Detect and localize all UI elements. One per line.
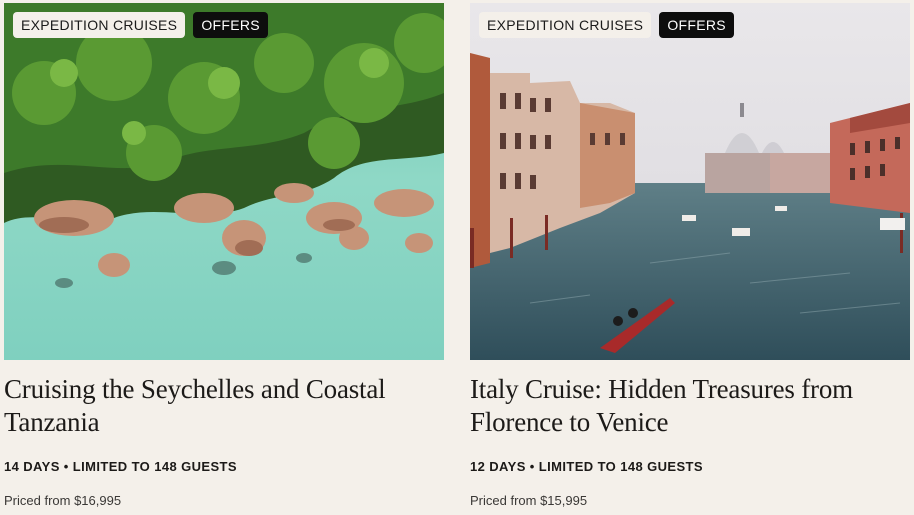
- tag-expedition-cruises[interactable]: EXPEDITION CRUISES: [479, 12, 652, 38]
- tag-expedition-cruises[interactable]: EXPEDITION CRUISES: [13, 12, 186, 38]
- cruise-card-italy[interactable]: EXPEDITION CRUISES OFFERS Italy Cruise: …: [470, 0, 910, 515]
- cruise-price: Priced from $16,995: [4, 493, 122, 508]
- card-tags: EXPEDITION CRUISES OFFERS: [479, 12, 734, 38]
- cruise-duration-capacity: 12 DAYS • LIMITED TO 148 GUESTS: [470, 459, 703, 474]
- cruise-title[interactable]: Cruising the Seychelles and Coastal Tanz…: [4, 373, 439, 439]
- cruise-price: Priced from $15,995: [470, 493, 588, 508]
- tag-offers[interactable]: OFFERS: [193, 12, 268, 38]
- cruise-card-grid: EXPEDITION CRUISES OFFERS Cruising the S…: [0, 0, 914, 515]
- venice-photo: [470, 3, 910, 360]
- seychelles-photo: [4, 3, 444, 360]
- tag-offers[interactable]: OFFERS: [659, 12, 734, 38]
- cruise-duration-capacity: 14 DAYS • LIMITED TO 148 GUESTS: [4, 459, 237, 474]
- cruise-image-italy[interactable]: EXPEDITION CRUISES OFFERS: [470, 3, 910, 360]
- cruise-image-seychelles[interactable]: EXPEDITION CRUISES OFFERS: [4, 3, 444, 360]
- card-tags: EXPEDITION CRUISES OFFERS: [13, 12, 268, 38]
- cruise-title[interactable]: Italy Cruise: Hidden Treasures from Flor…: [470, 373, 905, 439]
- cruise-card-seychelles[interactable]: EXPEDITION CRUISES OFFERS Cruising the S…: [4, 0, 444, 515]
